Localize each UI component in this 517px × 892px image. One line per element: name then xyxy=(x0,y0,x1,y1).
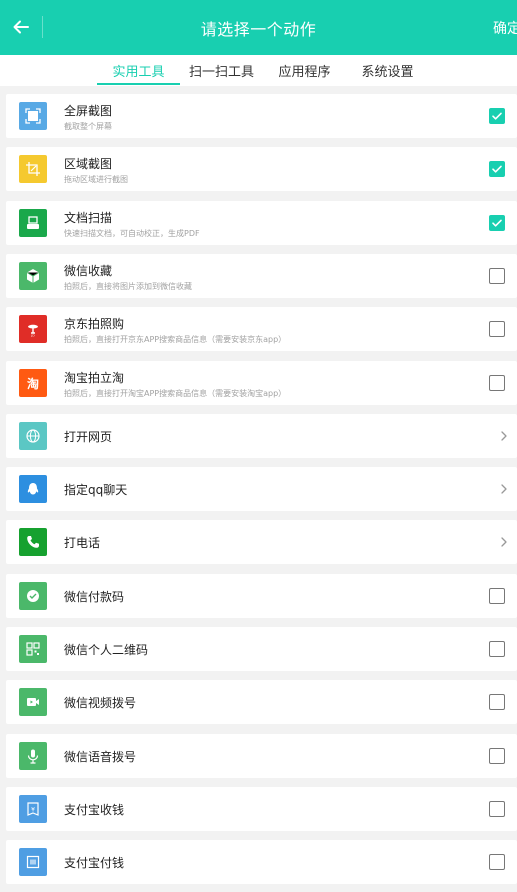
globe-icon xyxy=(19,421,47,450)
svg-text:¥: ¥ xyxy=(31,806,35,813)
select-checkbox[interactable] xyxy=(489,161,505,178)
select-checkbox[interactable] xyxy=(489,800,505,817)
select-checkbox[interactable] xyxy=(489,214,505,231)
chevron-right-icon xyxy=(501,431,507,441)
microphone-icon xyxy=(19,741,47,770)
action-title: 支付宝收钱 xyxy=(64,802,125,817)
confirm-button[interactable]: 确定 xyxy=(493,18,517,38)
select-checkbox[interactable] xyxy=(489,321,505,338)
action-item[interactable]: 文档扫描快速扫描文档，可自动校正，生成PDF xyxy=(6,200,517,245)
region-crop-icon xyxy=(19,155,47,184)
action-title: 打电话 xyxy=(64,536,101,551)
action-item[interactable]: JD 京东拍照购拍照后，直接打开京东APP搜索商品信息（需要安装京东app） xyxy=(6,307,517,352)
jd-logo-icon: JD xyxy=(19,315,47,344)
action-description: 拍照后，直接打开京东APP搜索商品信息（需要安装京东app） xyxy=(64,335,287,345)
phone-icon xyxy=(19,528,47,557)
action-title: 微信个人二维码 xyxy=(64,643,149,657)
action-item[interactable]: 淘 淘宝拍立淘拍照后，直接打开淘宝APP搜索商品信息（需要安装淘宝app） xyxy=(6,360,517,405)
qq-penguin-icon xyxy=(19,475,47,504)
action-item[interactable]: 打开网页 xyxy=(6,413,517,458)
select-checkbox[interactable] xyxy=(489,854,505,871)
action-title: 区域截图 xyxy=(64,157,113,172)
action-item[interactable]: 微信视频拨号 xyxy=(6,680,517,725)
action-title: 支付宝付钱 xyxy=(64,856,125,871)
app-bar: 请选择一个动作 确定 xyxy=(0,0,517,55)
alipay-receive-icon: ¥ xyxy=(19,794,47,823)
action-item[interactable]: 打电话 xyxy=(6,520,517,565)
action-item[interactable]: 支付宝付钱 xyxy=(6,840,517,885)
qr-code-icon xyxy=(19,635,47,663)
page-title: 请选择一个动作 xyxy=(200,20,317,39)
action-title: 微信收藏 xyxy=(64,263,113,278)
action-title: 文档扫描 xyxy=(64,210,113,225)
select-checkbox[interactable] xyxy=(489,374,505,391)
action-description: 拍照后，直接将图片添加到微信收藏 xyxy=(64,281,192,291)
action-title: 微信付款码 xyxy=(64,589,125,604)
action-title: 微信语音拨号 xyxy=(64,749,137,764)
tab-scan-tools[interactable]: 扫一扫工具 xyxy=(180,61,263,85)
action-item[interactable]: 微信付款码 xyxy=(6,573,517,618)
tab-bar: 实用工具 扫一扫工具 应用程序 系统设置 xyxy=(0,55,517,86)
action-item[interactable]: 微信收藏拍照后，直接将图片添加到微信收藏 xyxy=(6,253,517,298)
tab-apps[interactable]: 应用程序 xyxy=(263,61,346,85)
svg-text:淘: 淘 xyxy=(27,376,39,391)
action-title: 淘宝拍立淘 xyxy=(64,370,125,385)
open-detail-chevron[interactable] xyxy=(496,481,512,497)
action-description: 快速扫描文档，可自动校正，生成PDF xyxy=(64,228,200,238)
action-item[interactable]: 微信个人二维码 xyxy=(6,627,517,671)
checkmark-icon xyxy=(492,165,502,173)
wechat-pay-icon xyxy=(19,581,47,610)
action-item[interactable]: 指定qq聊天 xyxy=(6,467,517,512)
checkmark-icon xyxy=(492,112,502,120)
action-description: 拍照后，直接打开淘宝APP搜索商品信息（需要安装淘宝app） xyxy=(64,388,287,398)
action-item[interactable]: 全屏截图截取整个屏幕 xyxy=(6,94,517,138)
action-description: 截取整个屏幕 xyxy=(64,122,112,131)
alipay-pay-icon xyxy=(19,848,47,877)
action-item[interactable]: 区域截图拖动区域进行截图 xyxy=(6,147,517,192)
document-scanner-icon xyxy=(19,208,47,237)
action-title: 京东拍照购 xyxy=(64,317,125,332)
fullscreen-crop-icon xyxy=(19,102,47,130)
select-checkbox[interactable] xyxy=(489,694,505,711)
tab-system-settings[interactable]: 系统设置 xyxy=(346,61,429,85)
action-item[interactable]: ¥ 支付宝收钱 xyxy=(6,786,517,831)
svg-text:JD: JD xyxy=(30,334,35,338)
select-checkbox[interactable] xyxy=(489,267,505,284)
chevron-right-icon xyxy=(501,537,507,548)
select-checkbox[interactable] xyxy=(489,747,505,764)
video-call-icon xyxy=(19,688,47,717)
chevron-right-icon xyxy=(501,484,507,494)
open-detail-chevron[interactable] xyxy=(496,534,512,550)
open-detail-chevron[interactable] xyxy=(496,428,512,444)
taobao-logo-icon: 淘 xyxy=(19,368,47,397)
select-checkbox[interactable] xyxy=(489,108,505,124)
tab-utilities[interactable]: 实用工具 xyxy=(97,61,180,85)
wechat-favorite-cube-icon xyxy=(19,261,47,290)
action-item[interactable]: 微信语音拨号 xyxy=(6,733,517,778)
action-title: 微信视频拨号 xyxy=(64,696,137,711)
select-checkbox[interactable] xyxy=(489,641,505,657)
action-title: 打开网页 xyxy=(64,429,113,444)
action-description: 拖动区域进行截图 xyxy=(64,175,128,185)
select-checkbox[interactable] xyxy=(489,587,505,604)
checkmark-icon xyxy=(492,219,502,227)
action-title: 指定qq聊天 xyxy=(64,483,128,498)
action-title: 全屏截图 xyxy=(64,104,113,118)
active-tab-indicator xyxy=(97,83,180,85)
